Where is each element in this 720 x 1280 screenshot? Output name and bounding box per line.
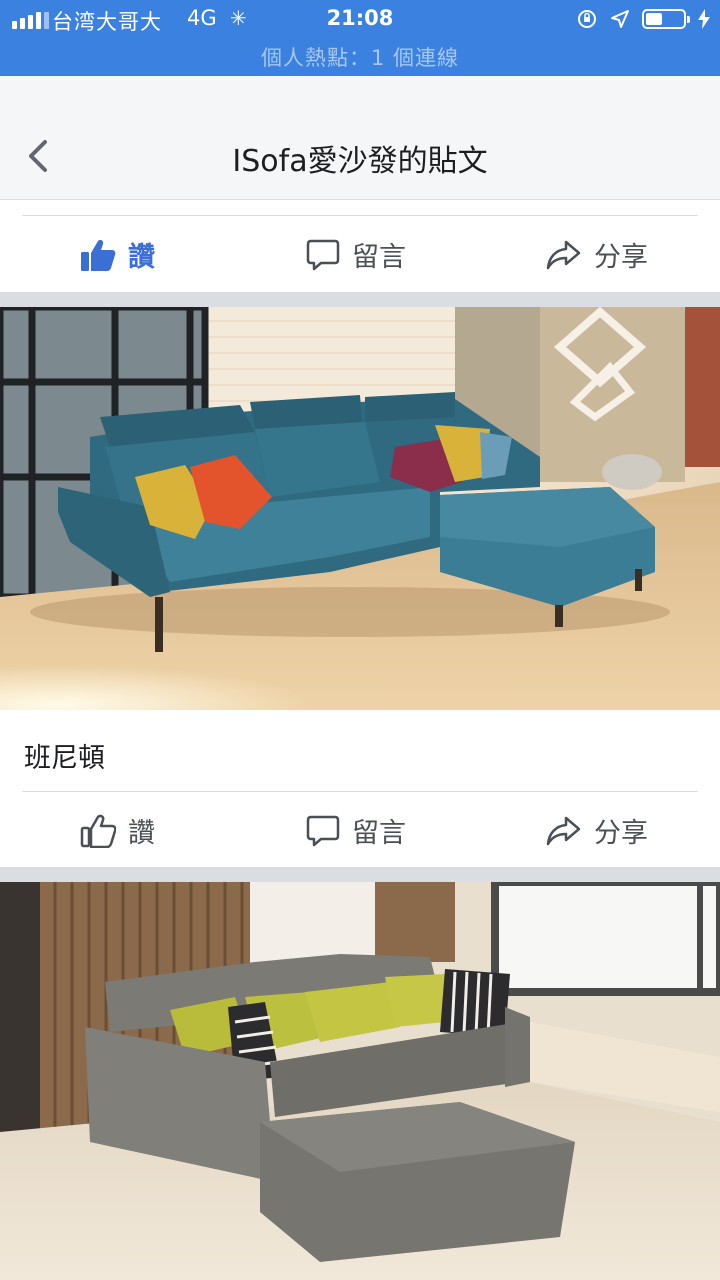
like-button[interactable]: 讚 — [80, 811, 155, 850]
rotation-lock-icon — [578, 10, 596, 28]
post-separator — [0, 292, 720, 307]
post-action-bar: 讚 留言 分享 — [0, 791, 720, 867]
post-separator — [0, 867, 720, 882]
share-icon — [546, 816, 581, 845]
nav-bar: ISofa愛沙發的貼文 — [0, 76, 720, 200]
like-label: 讚 — [128, 818, 155, 849]
share-button[interactable]: 分享 — [546, 811, 648, 850]
like-button[interactable]: 讚 — [80, 235, 155, 274]
share-icon — [546, 240, 581, 269]
thumbs-up-icon — [81, 239, 116, 271]
comment-label: 留言 — [352, 818, 406, 849]
share-button[interactable]: 分享 — [546, 235, 648, 274]
page-title: ISofa愛沙發的貼文 — [232, 144, 488, 179]
thumbs-up-icon — [80, 814, 116, 848]
share-label: 分享 — [594, 818, 648, 849]
post-action-bar: 讚 留言 分享 — [0, 215, 720, 291]
post-caption: 班尼頓 — [24, 743, 105, 774]
like-label: 讚 — [128, 242, 155, 273]
location-icon — [611, 10, 629, 28]
charging-icon — [698, 9, 710, 29]
comment-icon — [306, 815, 340, 846]
hotspot-banner[interactable]: 個人熱點：1 個連線 — [0, 42, 720, 72]
share-label: 分享 — [594, 242, 648, 273]
post-photo-teal-sofa[interactable] — [0, 307, 720, 710]
comment-icon — [306, 239, 340, 270]
battery-icon — [642, 9, 690, 29]
comment-button[interactable]: 留言 — [306, 235, 406, 274]
post-photo-grey-sofa[interactable] — [0, 882, 720, 1280]
comment-label: 留言 — [352, 242, 406, 273]
comment-button[interactable]: 留言 — [306, 811, 406, 850]
status-bar: 台湾大哥大 4G ✳ 21:08 個人熱點：1 個連線 — [0, 0, 720, 76]
